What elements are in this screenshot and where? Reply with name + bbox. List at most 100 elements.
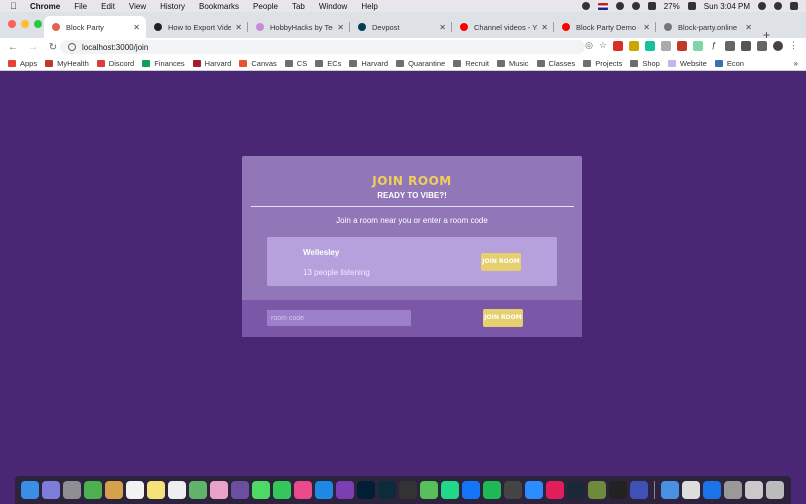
tab-block-party[interactable]: Block Party ✕: [44, 16, 146, 38]
bookmark-folder-music[interactable]: Music: [496, 59, 529, 68]
extension-icon[interactable]: [661, 40, 671, 51]
script-editor-icon[interactable]: [724, 481, 742, 499]
tab-close-icon[interactable]: ✕: [541, 23, 548, 32]
terminal-icon[interactable]: [609, 481, 627, 499]
bookmark-harvard[interactable]: Harvard: [192, 59, 231, 68]
onenote-icon[interactable]: [336, 481, 354, 499]
bookmark-canvas[interactable]: Canvas: [239, 59, 277, 68]
chrome-icon[interactable]: [84, 481, 102, 499]
preview-icon[interactable]: [682, 481, 700, 499]
extension-icon[interactable]: [629, 40, 639, 51]
profile-avatar-icon[interactable]: [773, 40, 783, 51]
skype-icon[interactable]: [581, 2, 590, 10]
tab-close-icon[interactable]: ✕: [745, 23, 752, 32]
bookmark-star-icon[interactable]: ☆: [599, 40, 607, 51]
trash-icon[interactable]: [766, 481, 784, 499]
puzzle-extensions-icon[interactable]: [741, 40, 751, 51]
tab-close-icon[interactable]: ✕: [337, 23, 344, 32]
forward-arrow-icon[interactable]: →: [26, 42, 40, 53]
bookmark-econ[interactable]: Econ: [714, 59, 744, 68]
tab-block-party-online[interactable]: Block-party.online ✕: [656, 16, 758, 38]
menu-help[interactable]: Help: [361, 2, 377, 11]
pycharm-icon[interactable]: [441, 481, 459, 499]
finder-2-icon[interactable]: [661, 481, 679, 499]
menu-bookmarks[interactable]: Bookmarks: [199, 2, 239, 11]
slack-icon[interactable]: [546, 481, 564, 499]
photoshop-icon[interactable]: [357, 481, 375, 499]
maps-icon[interactable]: [189, 481, 207, 499]
bookmark-folder-harvard[interactable]: Harvard: [349, 59, 388, 68]
tab-hobbyhacks[interactable]: HobbyHacks by Tech ✕: [248, 16, 350, 38]
input-source-flag-icon[interactable]: [597, 2, 608, 10]
media-queue-icon[interactable]: [757, 40, 767, 51]
bookmark-folder-cs[interactable]: CS: [284, 59, 307, 68]
messages-icon[interactable]: [252, 481, 270, 499]
menu-history[interactable]: History: [160, 2, 185, 11]
alfred-icon[interactable]: [399, 481, 417, 499]
bookmark-myhealth[interactable]: MyHealth: [45, 59, 89, 68]
extension-icon[interactable]: [677, 40, 687, 51]
room-code-input[interactable]: [267, 310, 411, 326]
shield-extension-icon[interactable]: [725, 40, 735, 51]
formula-extension-icon[interactable]: ƒ: [709, 40, 719, 51]
bookmark-finances[interactable]: Finances: [142, 59, 185, 68]
steam-icon[interactable]: [567, 481, 585, 499]
menu-edit[interactable]: Edit: [101, 2, 115, 11]
documents-icon[interactable]: [745, 481, 763, 499]
tab-block-party-demo[interactable]: Block Party Demo - I ✕: [554, 16, 656, 38]
adblock-extension-icon[interactable]: [613, 40, 623, 51]
reload-icon[interactable]: ↻: [46, 42, 60, 53]
screensaver-icon[interactable]: [630, 481, 648, 499]
tab-devpost[interactable]: Devpost ✕: [350, 16, 452, 38]
spotlight-icon[interactable]: [758, 2, 766, 10]
bookmark-discord[interactable]: Discord: [96, 59, 134, 68]
menu-window[interactable]: Window: [319, 2, 347, 11]
user-avatar-icon[interactable]: [774, 2, 782, 10]
menu-app-name[interactable]: Chrome: [30, 2, 60, 11]
bookmarks-overflow-icon[interactable]: »: [794, 59, 798, 68]
bookmark-folder-quarantine[interactable]: Quarantine: [396, 59, 445, 68]
address-bar[interactable]: localhost:3000/join: [60, 40, 585, 54]
join-room-button[interactable]: JOIN ROOM: [481, 253, 521, 271]
bookmark-folder-projects[interactable]: Projects: [583, 59, 622, 68]
site-info-icon[interactable]: [68, 43, 76, 51]
bookmark-folder-ecs[interactable]: ECs: [315, 59, 341, 68]
reminders-icon[interactable]: [168, 481, 186, 499]
more-menu-icon[interactable]: ⋮: [789, 40, 798, 51]
extension-icon[interactable]: [693, 40, 703, 51]
apple-menu-icon[interactable]: : [10, 1, 20, 11]
menubar-clock[interactable]: Sun 3:04 PM: [704, 2, 750, 11]
facetime-icon[interactable]: [273, 481, 291, 499]
tab-close-icon[interactable]: ✕: [439, 23, 446, 32]
zoom-icon[interactable]: [525, 481, 543, 499]
menu-tab[interactable]: Tab: [292, 2, 305, 11]
activity-monitor-icon[interactable]: [504, 481, 522, 499]
location-icon[interactable]: ◎: [585, 40, 593, 51]
spotify-icon[interactable]: [483, 481, 501, 499]
menu-people[interactable]: People: [253, 2, 278, 11]
notes-app-icon[interactable]: [105, 481, 123, 499]
stickies-icon[interactable]: [147, 481, 165, 499]
calendar-icon[interactable]: [126, 481, 144, 499]
join-by-code-button[interactable]: JOIN ROOM: [483, 309, 523, 327]
photos-icon[interactable]: [210, 481, 228, 499]
imovie-icon[interactable]: [231, 481, 249, 499]
launchpad-icon[interactable]: [63, 481, 81, 499]
back-arrow-icon[interactable]: ←: [6, 42, 20, 53]
xcode-icon[interactable]: [462, 481, 480, 499]
menu-view[interactable]: View: [129, 2, 146, 11]
volume-icon[interactable]: [647, 2, 656, 10]
bookmark-apps[interactable]: Apps: [8, 59, 37, 68]
tab-export-video[interactable]: How to Export Video ✕: [146, 16, 248, 38]
wifi-icon[interactable]: [631, 2, 640, 10]
siri-icon[interactable]: [42, 481, 60, 499]
close-window-button[interactable]: [8, 20, 16, 28]
spotify-like-icon[interactable]: [420, 481, 438, 499]
minimize-window-button[interactable]: [21, 20, 29, 28]
battery-icon[interactable]: [687, 2, 696, 10]
itunes-icon[interactable]: [294, 481, 312, 499]
bookmark-folder-recruit[interactable]: Recruit: [453, 59, 489, 68]
bookmark-website[interactable]: Website: [667, 59, 707, 68]
safari-icon[interactable]: [703, 481, 721, 499]
address-url[interactable]: localhost:3000/join: [82, 43, 148, 52]
